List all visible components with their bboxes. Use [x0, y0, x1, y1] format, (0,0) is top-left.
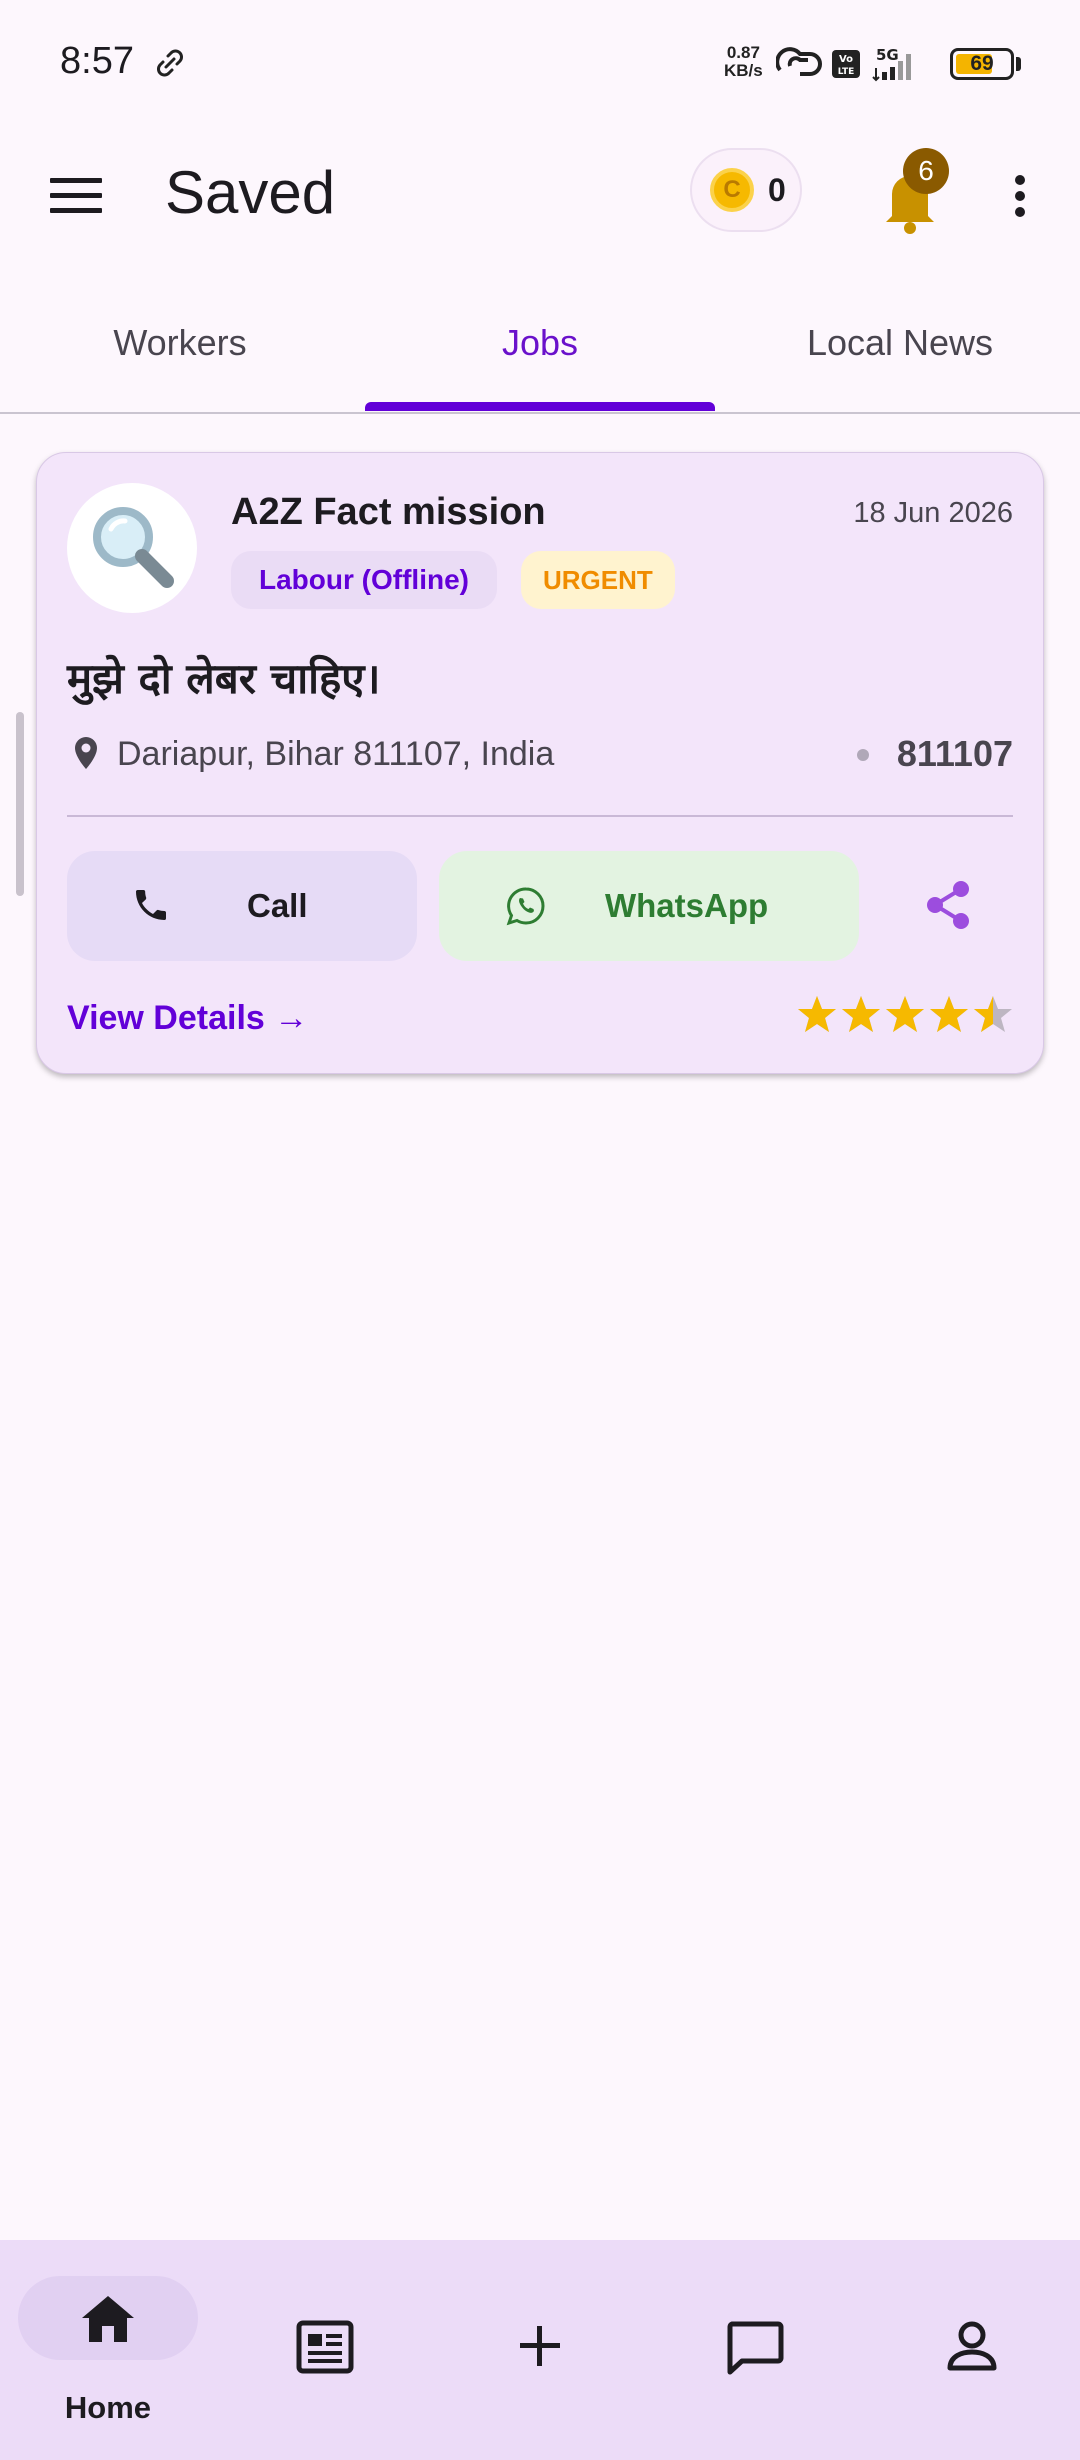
company-avatar [67, 483, 197, 613]
page-title: Saved [165, 159, 336, 226]
company-name: A2Z Fact mission [231, 491, 546, 533]
svg-text:LTE: LTE [838, 67, 855, 77]
star-icon [974, 996, 1012, 1032]
nav-add[interactable] [432, 2240, 648, 2460]
category-badge: Labour (Offline) [231, 551, 497, 609]
star-icon [842, 996, 880, 1032]
tab-indicator [365, 402, 715, 411]
home-icon [82, 2296, 134, 2342]
job-pincode: 811107 [896, 733, 1013, 774]
magnifying-glass-icon [93, 507, 174, 588]
whatsapp-label: WhatsApp [605, 887, 769, 924]
bottom-navigation: Home [0, 2240, 1080, 2460]
menu-icon[interactable] [46, 166, 106, 226]
status-time: 8:57 [60, 40, 134, 82]
view-details-link[interactable]: View Details → [67, 999, 308, 1038]
signal-icon: 5G [872, 46, 911, 82]
net-speed: 0.87 KB/s [724, 44, 763, 80]
nav-home-label: Home [64, 2390, 152, 2425]
urgent-badge: URGENT [521, 551, 675, 609]
nav-chat[interactable] [648, 2240, 864, 2460]
notification-badge: 6 [903, 148, 949, 194]
tab-bar: Workers Jobs Local News [0, 300, 1080, 414]
coin-icon: C [710, 168, 754, 212]
whatsapp-icon [506, 887, 545, 926]
link-icon [157, 49, 183, 77]
phone-icon [136, 890, 166, 920]
volte-icon: Vo LTE [832, 50, 860, 78]
post-date: 18 Jun 2026 [853, 497, 1013, 529]
battery-icon: 69 [950, 48, 1014, 80]
scrollbar[interactable] [16, 712, 24, 896]
coin-count: 0 [768, 172, 786, 208]
whatsapp-button[interactable]: WhatsApp [439, 851, 859, 961]
star-icon [930, 996, 968, 1032]
status-bar: 8:57 0.87 KB/s Vo LTE 5G 69 [0, 0, 1080, 130]
nav-profile[interactable] [864, 2240, 1080, 2460]
status-icons: Vo LTE 5G [776, 46, 911, 82]
separator-dot [857, 749, 869, 761]
location-pin-icon [75, 737, 97, 769]
net-speed-unit: KB/s [724, 61, 763, 80]
job-card[interactable]: A2Z Fact mission 18 Jun 2026 Labour (Off… [36, 452, 1044, 1074]
job-location: Dariapur, Bihar 811107, India [117, 735, 555, 773]
share-icon[interactable] [917, 873, 981, 937]
hotspot-icon [776, 47, 822, 76]
battery-level: 69 [970, 52, 994, 75]
app-bar: Saved C 0 6 [0, 130, 1080, 260]
star-rating [797, 993, 1013, 1035]
card-divider [67, 815, 1013, 817]
more-options-icon[interactable] [1002, 166, 1038, 226]
job-title: मुझे दो लेबर चाहिए। [67, 654, 381, 703]
net-speed-value: 0.87 [726, 43, 760, 62]
chat-icon [727, 2321, 784, 2375]
call-button[interactable]: Call [67, 851, 417, 961]
coin-balance-chip[interactable]: C 0 [690, 148, 802, 232]
newspaper-icon [296, 2320, 354, 2374]
tab-jobs[interactable]: Jobs [360, 322, 720, 364]
svg-text:5G: 5G [876, 46, 899, 64]
profile-icon [947, 2321, 997, 2371]
plus-icon [520, 2326, 560, 2366]
tab-workers[interactable]: Workers [0, 322, 360, 364]
star-icon [798, 996, 836, 1032]
nav-news[interactable] [216, 2240, 432, 2460]
tab-local-news[interactable]: Local News [720, 322, 1080, 364]
star-icon [886, 996, 924, 1032]
call-label: Call [247, 887, 308, 924]
nav-home[interactable]: Home [0, 2240, 216, 2460]
svg-text:Vo: Vo [839, 54, 853, 65]
